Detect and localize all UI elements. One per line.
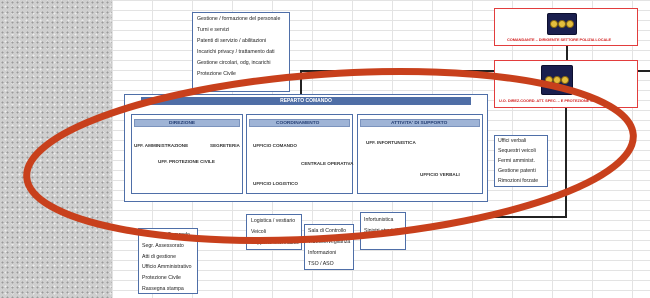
annotation-stroke — [23, 67, 637, 245]
annotation-ellipse — [23, 67, 637, 245]
